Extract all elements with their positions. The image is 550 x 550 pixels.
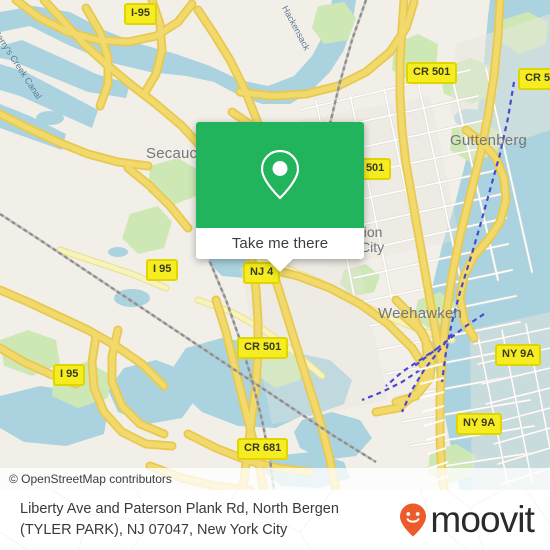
route-shield-i95-north: I-95 (124, 3, 157, 25)
map-canvas[interactable]: .w { fill:#aad3df; } .pk { fill:#cde8b5;… (0, 0, 550, 490)
route-shield-cr501-lower: CR 501 (237, 337, 289, 359)
map-pin-icon (260, 149, 300, 200)
route-shield-cr501-north: CR 501 (406, 62, 458, 84)
address-line-2: (TYLER PARK), NJ 07047, New York City (20, 522, 288, 538)
popup-pointer-tail (266, 258, 294, 272)
address-line-1: Liberty Ave and Paterson Plank Rd, North… (20, 501, 339, 517)
popup-icon-area (196, 122, 364, 228)
map-attribution-bar: © OpenStreetMap contributors (0, 468, 550, 490)
moovit-wordmark: moovit (430, 499, 534, 540)
openstreetmap-attribution[interactable]: © OpenStreetMap contributors (0, 472, 172, 486)
route-shield-i95-lower-left: I 95 (53, 364, 86, 386)
popup-cta-area[interactable]: Take me there (196, 228, 364, 272)
moovit-smiley-pin-icon (400, 503, 427, 537)
footer-bar: Liberty Ave and Paterson Plank Rd, North… (0, 490, 550, 550)
route-shield-i95-mid: I 95 (146, 259, 179, 281)
route-shield-cr50-edge: CR 50 (518, 68, 550, 90)
route-shield-ny9a-lower: NY 9A (456, 413, 503, 435)
location-address: Liberty Ave and Paterson Plank Rd, North… (0, 499, 339, 541)
moovit-map-screenshot: .w { fill:#aad3df; } .pk { fill:#cde8b5;… (0, 0, 550, 550)
location-popup-card[interactable]: Take me there (196, 122, 364, 272)
route-shield-cr681: CR 681 (237, 438, 289, 460)
take-me-there-button[interactable]: Take me there (232, 235, 328, 252)
moovit-logo[interactable]: moovit (399, 499, 550, 540)
route-shield-ny9a-upper: NY 9A (495, 344, 542, 366)
